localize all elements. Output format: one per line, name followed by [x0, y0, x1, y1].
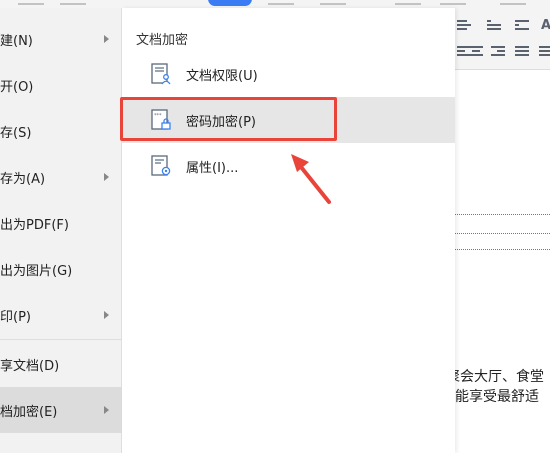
tab-start[interactable] — [208, 0, 252, 6]
document-permission-icon — [151, 63, 171, 85]
menu-item-label: 出为图片(G) — [0, 263, 73, 279]
menu-item-save[interactable]: 存(S) — [0, 108, 122, 154]
menu-item-new[interactable]: 建(N) — [0, 16, 122, 62]
menu-item-export-pdf[interactable]: 出为PDF(F) — [0, 200, 122, 246]
menu-item-label: 存为(A) — [0, 171, 46, 187]
menu-item-print[interactable]: 印(P) — [0, 292, 122, 338]
menu-item-label: 印(P) — [0, 309, 31, 325]
align-right-icon[interactable] — [491, 46, 509, 60]
menu-item-document-encryption[interactable]: 档加密(E) — [0, 387, 122, 433]
ribbon-fragment — [500, 0, 526, 5]
menu-item-share[interactable]: 享文档(D) — [0, 341, 122, 387]
document-properties-icon — [151, 155, 171, 176]
align-center-icon[interactable] — [469, 46, 487, 60]
document-text-line: 聚会大厅、食堂 — [446, 369, 544, 385]
submenu-item-document-permission[interactable]: 文档权限(U) — [122, 51, 455, 97]
submenu-item-label: 文档权限(U) — [186, 68, 258, 84]
menu-item-label: 建(N) — [0, 33, 33, 49]
chevron-right-icon — [104, 35, 109, 43]
submenu-item-label: 属性(I)... — [186, 160, 239, 176]
ribbon-fragment — [60, 0, 86, 5]
ribbon-fragment — [18, 0, 44, 5]
menu-item-save-as[interactable]: 存为(A) — [0, 154, 122, 200]
menu-item-label: 开(O) — [0, 79, 34, 95]
menu-item-export-image[interactable]: 出为图片(G) — [0, 246, 122, 292]
ribbon-fragment — [320, 0, 346, 5]
ribbon-fragment — [395, 0, 421, 5]
chevron-right-icon — [104, 406, 109, 414]
dotted-line — [455, 214, 550, 215]
indent-increase-icon[interactable] — [515, 20, 533, 34]
menu-item-label: 出为PDF(F) — [0, 217, 69, 233]
indent-decrease-icon[interactable] — [487, 20, 505, 34]
menu-divider — [0, 339, 122, 340]
red-arrow-annotation — [291, 154, 331, 204]
ribbon-fragment — [440, 0, 466, 5]
document-page[interactable]: 聚会大厅、食堂 能享受最舒适 — [446, 70, 550, 453]
ribbon-tab-strip — [0, 0, 550, 8]
justify-icon[interactable] — [515, 46, 533, 60]
dotted-line — [455, 233, 550, 234]
paragraph-toolbar: A — [455, 8, 550, 70]
line-spacing-icon[interactable] — [457, 20, 475, 34]
distribute-icon[interactable] — [539, 46, 550, 60]
document-text-line: 能享受最舒适 — [455, 389, 539, 405]
menu-item-open[interactable]: 开(O) — [0, 62, 122, 108]
text-style-icon[interactable]: A — [541, 18, 550, 33]
menu-item-label: 档加密(E) — [0, 404, 58, 420]
encryption-submenu: 文档加密 文档权限(U) *** 密码加密(P) 属性(I)... — [122, 8, 455, 453]
dotted-line — [455, 249, 550, 250]
highlight-box — [120, 97, 337, 141]
chevron-right-icon — [104, 173, 109, 181]
submenu-title: 文档加密 — [136, 33, 189, 48]
chevron-right-icon — [104, 311, 109, 319]
ribbon-fragment — [268, 0, 294, 5]
menu-item-label: 存(S) — [0, 125, 32, 141]
file-menu: 建(N) 开(O) 存(S) 存为(A) 出为PDF(F) 出为图片(G) 印(… — [0, 8, 122, 453]
menu-item-label: 享文档(D) — [0, 358, 60, 374]
